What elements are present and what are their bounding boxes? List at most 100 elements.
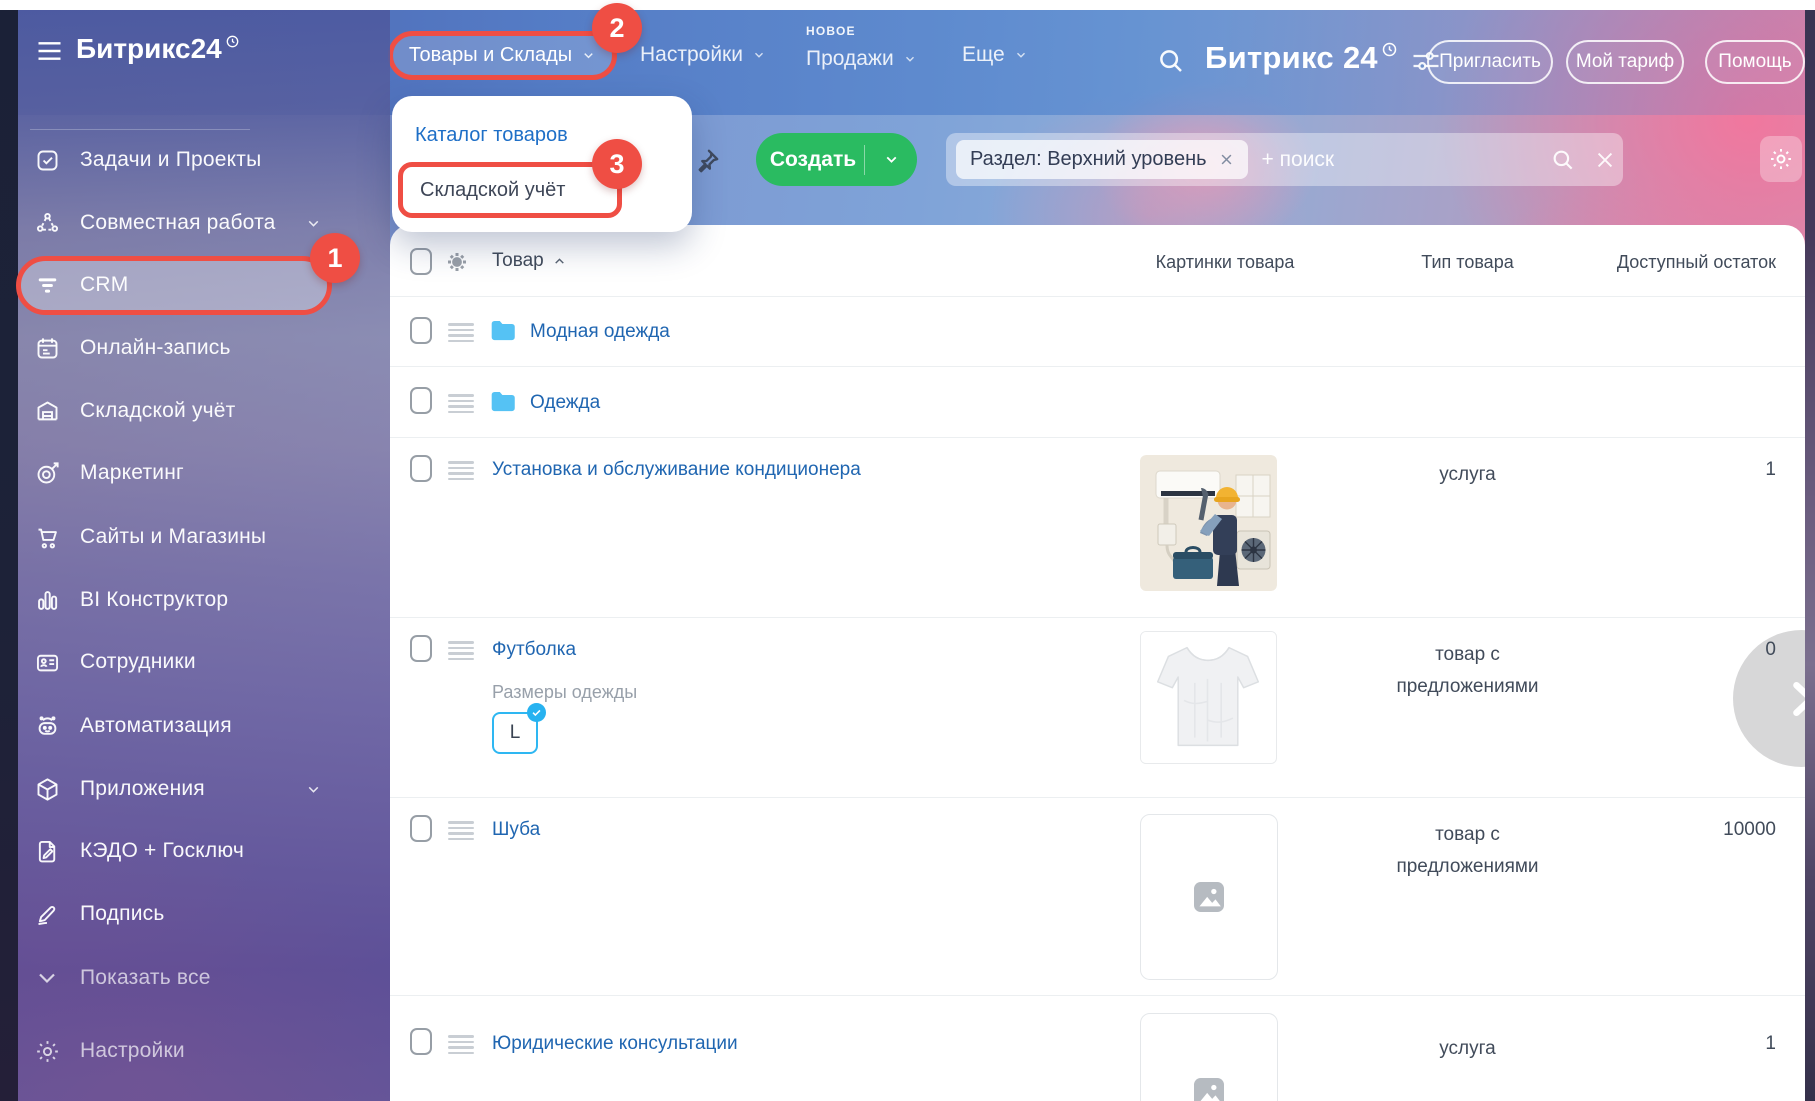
row-checkbox[interactable] xyxy=(410,815,432,842)
window-right-strip xyxy=(1805,10,1815,1101)
sidebar-item-label: CRM xyxy=(80,273,128,297)
image-placeholder-icon xyxy=(1189,877,1229,917)
sidebar-item-automation[interactable]: Автоматизация xyxy=(18,698,390,754)
sidebar-item-label: Подпись xyxy=(80,902,165,926)
folder-icon[interactable] xyxy=(490,390,517,413)
drag-handle[interactable] xyxy=(448,821,474,840)
column-header-type[interactable]: Тип товара xyxy=(1390,252,1545,273)
clock-badge-icon xyxy=(1382,42,1397,57)
product-type: услуга xyxy=(1390,1033,1545,1065)
product-type-line1: товар с xyxy=(1390,819,1545,851)
sidebar-item-sites-stores[interactable]: Сайты и Магазины xyxy=(18,509,390,565)
menu-sales[interactable]: Продажи xyxy=(806,47,917,71)
clock-badge-icon xyxy=(226,35,239,48)
sidebar-item-marketing[interactable]: Маркетинг xyxy=(18,445,390,501)
id-badge-icon xyxy=(33,648,61,676)
help-label: Помощь xyxy=(1718,51,1791,73)
logo-number: 24 xyxy=(1343,40,1377,76)
sidebar-item-kedo-goskey[interactable]: КЭДО + Госключ xyxy=(18,823,390,879)
clear-search-icon[interactable] xyxy=(1594,149,1616,171)
filter-search-bar[interactable]: Раздел: Верхний уровень + поиск xyxy=(946,133,1623,186)
sidebar-item-bi-builder[interactable]: BI Конструктор xyxy=(18,572,390,628)
sidebar-item-label: Онлайн-запись xyxy=(80,336,231,360)
menu-products-warehouses-label: Товары и Склады xyxy=(409,44,572,67)
create-button[interactable]: Создать xyxy=(756,133,917,186)
chevron-down-icon xyxy=(581,48,596,63)
folder-icon[interactable] xyxy=(490,319,517,342)
search-icon[interactable] xyxy=(1550,147,1576,173)
column-header-stock[interactable]: Доступный остаток xyxy=(1580,252,1776,273)
sidebar-item-label: Складской учёт xyxy=(80,399,235,423)
sidebar-item-apps[interactable]: Приложения xyxy=(18,761,390,817)
menu-more[interactable]: Еще xyxy=(962,43,1028,67)
folder-link[interactable]: Модная одежда xyxy=(530,321,670,343)
row-checkbox[interactable] xyxy=(410,387,432,414)
column-header-images[interactable]: Картинки товара xyxy=(1130,252,1320,273)
folder-link[interactable]: Одежда xyxy=(530,392,600,414)
menu-settings[interactable]: Настройки xyxy=(640,43,766,67)
sidebar-item-signature[interactable]: Подпись xyxy=(18,886,390,942)
gear-icon xyxy=(33,1037,61,1065)
product-link[interactable]: Юридические консультации xyxy=(492,1033,738,1055)
sidebar-item-settings[interactable]: Настройки xyxy=(18,1023,390,1079)
chevron-down-icon xyxy=(33,964,61,992)
sidebar-logo-text: Битрикс24 xyxy=(76,33,222,65)
sidebar-item-tasks[interactable]: Задачи и Проекты xyxy=(18,132,390,188)
sidebar-item-online-booking[interactable]: Онлайн-запись xyxy=(18,320,390,376)
sidebar-item-label: КЭДО + Госключ xyxy=(80,839,244,863)
grid-settings-button[interactable] xyxy=(1760,136,1802,182)
select-all-checkbox[interactable] xyxy=(410,248,432,275)
products-warehouses-dropdown: Каталог товаров Складской учёт xyxy=(392,96,692,232)
sidebar-item-employees[interactable]: Сотрудники xyxy=(18,634,390,690)
bitrix24-app: Товары и Склады Настройки НОВОЕ Продажи … xyxy=(0,0,1815,1101)
create-dropdown-toggle[interactable] xyxy=(865,151,917,168)
menu-settings-label: Настройки xyxy=(640,43,743,67)
sidebar-item-show-all[interactable]: Показать все xyxy=(18,950,390,1006)
no-image-placeholder[interactable] xyxy=(1140,814,1278,980)
row-checkbox[interactable] xyxy=(410,1028,432,1055)
dropdown-item-label: Складской учёт xyxy=(420,179,565,202)
row-checkbox[interactable] xyxy=(410,455,432,482)
annotation-step-badge: 3 xyxy=(592,139,642,189)
search-icon[interactable] xyxy=(1156,46,1186,76)
drag-handle[interactable] xyxy=(448,641,474,660)
row-divider xyxy=(390,437,1805,438)
no-image-placeholder[interactable] xyxy=(1140,1013,1278,1101)
product-link[interactable]: Футболка xyxy=(492,639,576,661)
table-settings-gear-icon[interactable] xyxy=(445,250,469,274)
product-image-ac-service[interactable] xyxy=(1140,455,1277,591)
column-label: Доступный остаток xyxy=(1617,252,1776,272)
row-divider xyxy=(390,995,1805,996)
filter-chip-section[interactable]: Раздел: Верхний уровень xyxy=(956,140,1248,179)
annotation-step-badge: 2 xyxy=(592,3,642,53)
product-table-panel: Товар Картинки товара Тип товара Доступн… xyxy=(390,225,1805,1101)
remove-filter-icon[interactable] xyxy=(1219,152,1234,167)
product-link[interactable]: Шуба xyxy=(492,819,540,841)
menu-more-label: Еще xyxy=(962,43,1005,67)
drag-handle[interactable] xyxy=(448,461,474,480)
hamburger-menu-icon[interactable] xyxy=(36,40,63,62)
pin-icon[interactable] xyxy=(690,146,722,178)
drag-handle[interactable] xyxy=(448,394,474,413)
invite-button[interactable]: Пригласить xyxy=(1427,40,1553,84)
help-button[interactable]: Помощь xyxy=(1705,40,1805,84)
new-tag: НОВОЕ xyxy=(806,24,856,38)
menu-products-warehouses[interactable]: Товары и Склады xyxy=(388,31,617,80)
drag-handle[interactable] xyxy=(448,323,474,342)
column-label: Товар xyxy=(492,250,544,272)
bar-chart-icon xyxy=(33,586,61,614)
column-header-product[interactable]: Товар xyxy=(492,250,566,272)
crm-funnel-icon xyxy=(33,271,61,299)
product-link[interactable]: Установка и обслуживание кондиционера xyxy=(492,459,861,481)
dropdown-item-inventory[interactable]: Складской учёт xyxy=(398,162,622,218)
calendar-icon xyxy=(33,334,61,362)
row-checkbox[interactable] xyxy=(410,317,432,344)
product-image-tshirt[interactable] xyxy=(1140,631,1277,764)
sidebar-item-inventory[interactable]: Складской учёт xyxy=(18,383,390,439)
dropdown-item-catalog[interactable]: Каталог товаров xyxy=(415,124,568,147)
row-checkbox[interactable] xyxy=(410,635,432,662)
drag-handle[interactable] xyxy=(448,1035,474,1054)
sidebar-item-label: Сотрудники xyxy=(80,650,196,674)
my-plan-button[interactable]: Мой тариф xyxy=(1566,40,1684,84)
product-type-line1: товар с xyxy=(1390,639,1545,671)
